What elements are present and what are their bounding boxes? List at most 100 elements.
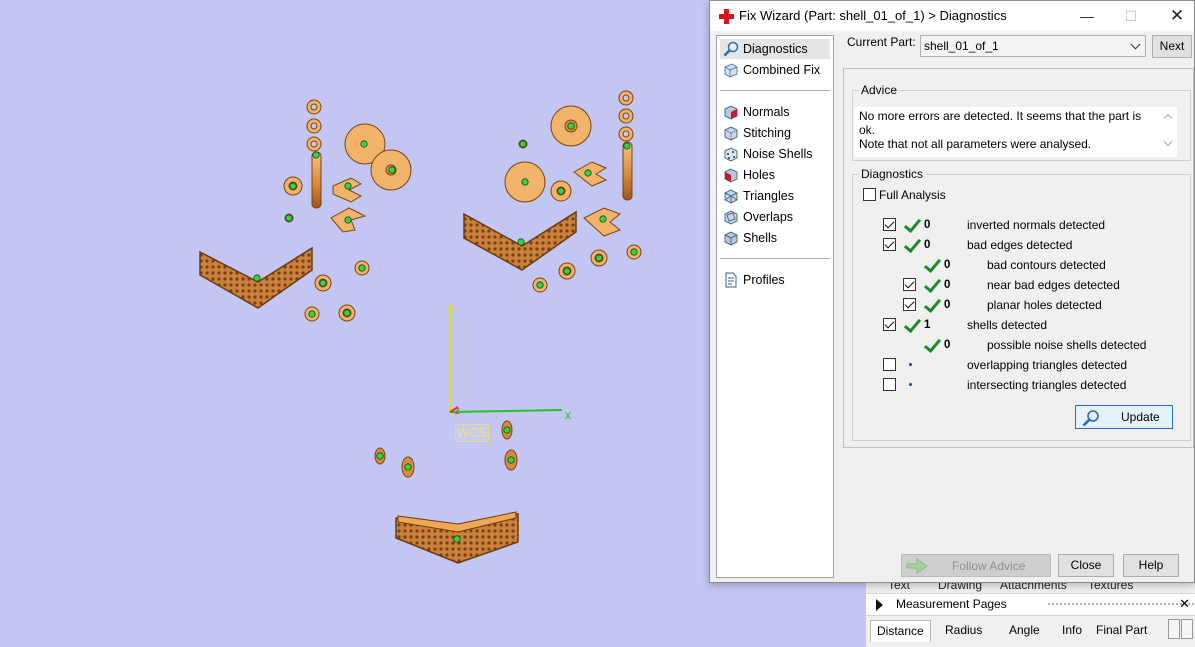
- maximize-button[interactable]: ☐: [1116, 4, 1146, 28]
- nav-divider: [720, 90, 830, 91]
- overlapping-triangles-checkbox[interactable]: [883, 358, 896, 371]
- axis-y-label: y: [448, 302, 454, 316]
- nav-item-noise-shells[interactable]: Noise Shells: [720, 144, 830, 164]
- measurement-tabs: Distance Radius Angle Info Final Part: [866, 615, 1195, 647]
- close-button[interactable]: Close: [1058, 554, 1114, 577]
- advice-text-box[interactable]: No more errors are detected. It seems th…: [854, 107, 1160, 157]
- shells-cube-icon: [724, 231, 738, 246]
- planar-holes-label: planar holes detected: [987, 298, 1102, 312]
- wizard-nav: Diagnostics Combined Fix Normals Stitchi…: [716, 35, 834, 578]
- stitching-cube-icon: [724, 126, 738, 141]
- bad-edges-label: bad edges detected: [967, 238, 1073, 252]
- small-parts-bottom: [374, 420, 518, 478]
- scroll-down-icon[interactable]: [1163, 137, 1173, 147]
- overlapping-triangles-label: overlapping triangles detected: [967, 358, 1128, 372]
- tabs-scroll-left-icon[interactable]: [1168, 619, 1180, 639]
- noise-shells-label: possible noise shells detected: [987, 338, 1147, 352]
- nav-item-triangles[interactable]: Triangles: [720, 186, 830, 206]
- current-part-select[interactable]: shell_01_of_1: [920, 35, 1146, 57]
- inverted-normals-checkbox[interactable]: [883, 218, 896, 231]
- inverted-normals-label: inverted normals detected: [967, 218, 1106, 232]
- bad-contours-label: bad contours detected: [987, 258, 1106, 272]
- full-analysis-checkbox[interactable]: [863, 188, 876, 201]
- advice-text-line2: Note that not all parameters were analys…: [859, 137, 1092, 151]
- scroll-up-icon[interactable]: [1163, 113, 1173, 123]
- triangles-cube-icon: [724, 189, 738, 204]
- drag-grip[interactable]: [1048, 603, 1195, 607]
- inverted-normals-count: 0: [924, 219, 931, 231]
- nav-item-diagnostics[interactable]: Diagnostics: [720, 39, 830, 59]
- support-points: [253, 122, 638, 543]
- app-cross-icon: [719, 9, 734, 24]
- normals-cube-icon: [724, 105, 738, 120]
- near-bad-edges-count: 0: [944, 279, 951, 291]
- near-bad-edges-checkbox[interactable]: [903, 278, 916, 291]
- noise-shells-count: 0: [944, 339, 951, 351]
- tab-angle[interactable]: Angle: [1003, 620, 1046, 642]
- planar-holes-count: 0: [944, 299, 951, 311]
- profiles-document-icon: [725, 272, 737, 288]
- close-icon[interactable]: ✕: [1179, 596, 1190, 612]
- ok-check-icon: [903, 237, 920, 253]
- update-button[interactable]: Update: [1075, 405, 1173, 429]
- nav-item-normals[interactable]: Normals: [720, 102, 830, 122]
- tabs-scroll-right-icon[interactable]: [1181, 619, 1193, 639]
- dialog-titlebar[interactable]: Fix Wizard (Part: shell_01_of_1) > Diagn…: [710, 1, 1194, 31]
- nav-item-shells[interactable]: Shells: [720, 228, 830, 248]
- ok-check-icon: [903, 317, 920, 333]
- wcs-label: WCS: [455, 424, 489, 442]
- intersecting-triangles-checkbox[interactable]: [883, 378, 896, 391]
- nav-divider: [720, 258, 830, 259]
- axis-z-label: z: [455, 406, 460, 417]
- advice-legend: Advice: [861, 83, 898, 97]
- combined-fix-icon: [724, 63, 738, 78]
- current-part-value: shell_01_of_1: [924, 39, 999, 53]
- bad-edges-count: 0: [924, 239, 931, 251]
- window-close-button[interactable]: ✕: [1162, 4, 1192, 28]
- magnifier-icon: [723, 41, 739, 57]
- nav-item-profiles[interactable]: Profiles: [720, 270, 830, 290]
- advice-text-line1: No more errors are detected. It seems th…: [859, 109, 1142, 137]
- nav-item-stitching[interactable]: Stitching: [720, 123, 830, 143]
- pending-dot-icon: [909, 383, 912, 386]
- next-button[interactable]: Next: [1152, 35, 1192, 58]
- nav-item-overlaps[interactable]: Overlaps: [720, 207, 830, 227]
- shells-label: shells detected: [967, 318, 1048, 332]
- minimize-button[interactable]: —: [1072, 4, 1102, 28]
- tab-distance[interactable]: Distance: [870, 620, 931, 642]
- wcs-axes: [449, 305, 563, 413]
- shells-count: 1: [924, 319, 931, 331]
- ok-check-icon: [923, 257, 940, 273]
- noise-shells-icon: [724, 147, 738, 162]
- fix-wizard-dialog: Fix Wizard (Part: shell_01_of_1) > Diagn…: [709, 0, 1195, 583]
- help-button[interactable]: Help: [1123, 554, 1179, 577]
- dialog-title: Fix Wizard (Part: shell_01_of_1) > Diagn…: [739, 8, 1007, 23]
- full-analysis-label: Full Analysis: [879, 188, 946, 202]
- measurement-pages-header: Measurement Pages ✕: [866, 593, 1195, 615]
- shells-checkbox[interactable]: [883, 318, 896, 331]
- near-bad-edges-label: near bad edges detected: [987, 278, 1120, 292]
- nav-item-combined-fix[interactable]: Combined Fix: [720, 60, 830, 80]
- magnifier-icon: [1082, 410, 1099, 427]
- overlaps-cube-icon: [724, 210, 738, 225]
- ok-check-icon: [923, 277, 940, 293]
- chevron-down-icon: [1130, 39, 1141, 50]
- holes-cube-icon: [724, 168, 738, 183]
- pending-dot-icon: [909, 363, 912, 366]
- ok-check-icon: [923, 297, 940, 313]
- arrow-right-icon: [906, 558, 928, 574]
- tab-final-part[interactable]: Final Part: [1090, 620, 1153, 642]
- nav-item-holes[interactable]: Holes: [720, 165, 830, 185]
- current-part-label: Current Part:: [847, 35, 916, 49]
- bad-edges-checkbox[interactable]: [883, 238, 896, 251]
- bad-contours-count: 0: [944, 259, 951, 271]
- tab-info[interactable]: Info: [1056, 620, 1088, 642]
- diagnostics-panel: Advice No more errors are detected. It s…: [843, 68, 1194, 448]
- planar-holes-checkbox[interactable]: [903, 298, 916, 311]
- advice-scrollbar[interactable]: [1160, 107, 1177, 157]
- tab-radius[interactable]: Radius: [939, 620, 988, 642]
- expand-triangle-icon[interactable]: [876, 599, 883, 611]
- diagnostics-legend: Diagnostics: [861, 167, 924, 181]
- intersecting-triangles-label: intersecting triangles detected: [967, 378, 1127, 392]
- follow-advice-button[interactable]: Follow Advice: [901, 554, 1051, 577]
